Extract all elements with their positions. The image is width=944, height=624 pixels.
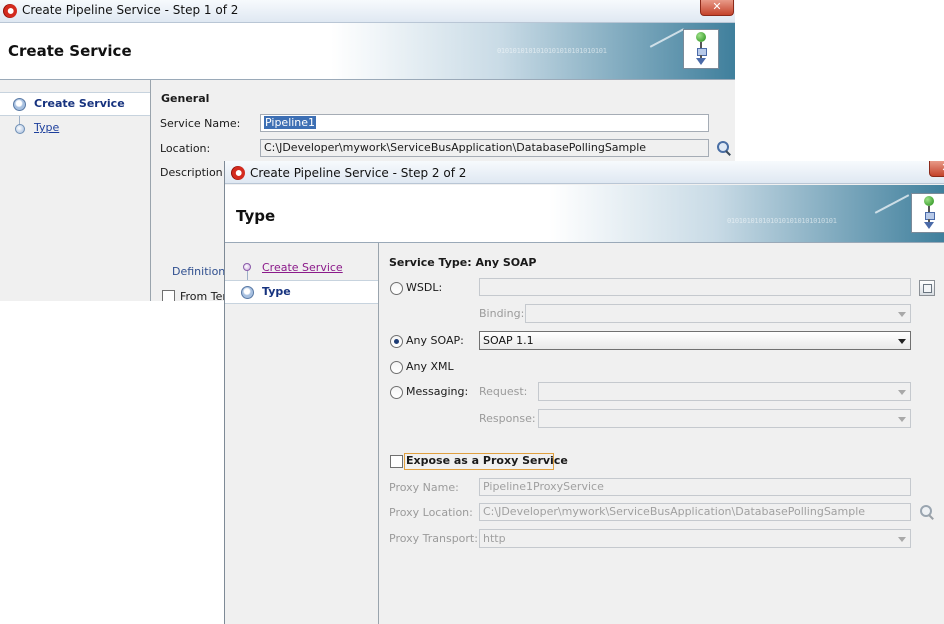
close-icon[interactable]: ✕ [700,0,734,16]
expose-proxy-label[interactable]: Expose as a Proxy Service [406,454,568,467]
step1-header-banner: Create Service 0101010101010101010101010… [0,23,735,80]
oracle-jdeveloper-icon [3,4,17,18]
proxy-location-input[interactable]: C:\JDeveloper\mywork\ServiceBusApplicati… [479,503,911,521]
nav-link-create-service[interactable]: Create Service [262,261,343,274]
nav-item-create-service[interactable]: Create Service [225,257,378,279]
step2-titlebar[interactable]: Create Pipeline Service - Step 2 of 2 ✕ [225,161,944,184]
step2-header-banner: Type 0101010101010101010101010101 [225,185,944,243]
request-label: Request: [479,385,528,398]
nav-label-type: Type [262,285,291,298]
step1-titlebar[interactable]: Create Pipeline Service - Step 1 of 2 ✕ [0,0,735,23]
current-step-icon [241,286,254,299]
binary-decoration: 0101010101010101010101010101 [497,47,607,55]
proxy-name-input[interactable]: Pipeline1ProxyService [479,478,911,496]
response-label: Response: [479,412,536,425]
binding-select[interactable] [525,304,911,323]
step1-header-title: Create Service [8,42,132,60]
messaging-label: Messaging: [406,385,469,398]
service-name-label: Service Name: [160,117,241,130]
wsdl-label: WSDL: [406,281,443,294]
from-template-checkbox[interactable] [162,290,175,301]
step1-nav-pane: Create Service Type [0,80,151,301]
service-name-input[interactable]: Pipeline1 [260,114,709,132]
swoosh-decoration [874,194,910,214]
visited-step-icon [243,263,251,271]
swoosh-decoration [649,28,685,48]
close-icon[interactable]: ✕ [929,161,944,177]
proxy-location-label: Proxy Location: [389,506,473,519]
oracle-jdeveloper-icon [231,166,245,180]
proxy-transport-select[interactable]: http [479,529,911,548]
binary-decoration: 0101010101010101010101010101 [727,217,837,225]
nav-item-create-service[interactable]: Create Service [0,92,150,116]
nav-link-type[interactable]: Type [34,121,59,134]
wsdl-radio[interactable] [390,282,403,295]
workflow-wizard-icon [683,29,719,69]
workflow-wizard-icon [911,193,944,233]
proxy-transport-label: Proxy Transport: [389,532,478,545]
request-select[interactable] [538,382,911,401]
soap-version-value: SOAP 1.1 [483,334,534,347]
step2-nav-pane: Create Service Type [225,243,379,624]
step2-content: Service Type: Any SOAP WSDL: Binding: An… [379,243,944,624]
definition-label: Definition [172,265,226,278]
any-soap-label: Any SOAP: [406,334,464,347]
binding-label: Binding: [479,307,525,320]
any-xml-label: Any XML [406,360,454,373]
magnifier-icon[interactable] [717,141,731,156]
step2-window-title: Create Pipeline Service - Step 2 of 2 [250,166,467,180]
any-soap-radio[interactable] [390,335,403,348]
nav-label-create-service: Create Service [34,97,125,110]
document-browse-icon[interactable] [919,280,935,296]
step-icon [15,124,25,134]
nav-item-type[interactable]: Type [225,280,378,304]
nav-item-type[interactable]: Type [0,117,150,139]
expose-proxy-checkbox[interactable] [390,455,403,468]
service-type-heading: Service Type: Any SOAP [389,256,537,269]
description-label: Description [160,166,223,179]
proxy-name-label: Proxy Name: [389,481,459,494]
service-name-value: Pipeline1 [264,116,317,129]
location-label: Location: [160,142,211,155]
magnifier-icon[interactable] [920,505,934,520]
messaging-radio[interactable] [390,386,403,399]
response-select[interactable] [538,409,911,428]
current-step-icon [13,98,26,111]
section-title-general: General [161,92,210,105]
from-template-label: From Ter [180,290,227,301]
any-xml-radio[interactable] [390,361,403,374]
step1-window-title: Create Pipeline Service - Step 1 of 2 [22,3,239,17]
wsdl-input[interactable] [479,278,911,296]
soap-version-select[interactable]: SOAP 1.1 [479,331,911,350]
step2-dialog: Create Pipeline Service - Step 2 of 2 ✕ … [224,161,944,624]
location-field[interactable]: C:\JDeveloper\mywork\ServiceBusApplicati… [260,139,709,157]
step2-header-title: Type [236,207,276,225]
